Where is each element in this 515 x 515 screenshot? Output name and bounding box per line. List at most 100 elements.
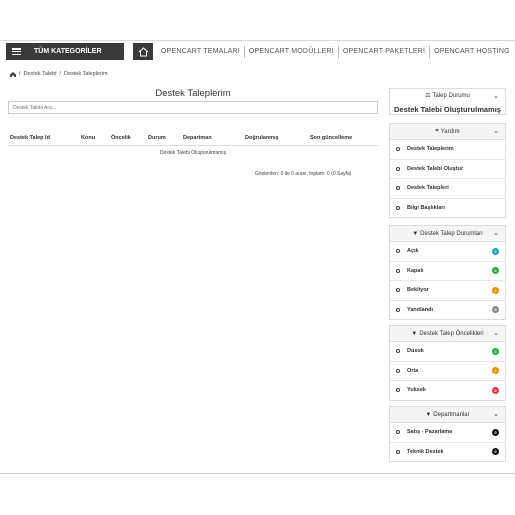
circle-icon xyxy=(396,430,400,435)
ticket-status-panel: ⚖ Talep Durumu ⌄ Destek Talebi Oluşturul… xyxy=(389,88,506,115)
circle-icon xyxy=(396,368,400,373)
help-header[interactable]: ⌗ Yardım ⌄ xyxy=(390,124,505,140)
circle-icon xyxy=(396,288,400,293)
pagination-info: Gösterilen: 0 ile 0 arası, toplam: 0 (0 … xyxy=(255,171,352,177)
home-icon[interactable] xyxy=(10,71,16,77)
filter-icon: ▼ xyxy=(412,230,419,237)
status-item-waiting[interactable]: Bekliyor 0 xyxy=(390,281,505,301)
help-item-create-ticket[interactable]: Destek Talebi Oluştur xyxy=(390,160,505,179)
statuses-panel: ▼ Destek Talep Durumları ⌄ Açık 0 Kapalı 0… xyxy=(389,225,506,320)
nav-packages[interactable]: OPENCART PAKETLERİ xyxy=(339,48,429,55)
help-item-label: Destek Taleplerim xyxy=(407,146,454,153)
circle-icon xyxy=(396,147,400,152)
col-last-update[interactable]: Son güncelleme xyxy=(310,135,352,141)
ticket-status-title: Talep Durumu xyxy=(432,92,470,99)
help-item-label: Destek Talepleri xyxy=(407,185,449,192)
help-item-label: Bilgi Başlıkları xyxy=(407,204,445,211)
chevron-down-icon[interactable]: ⌄ xyxy=(493,229,499,237)
circle-icon xyxy=(396,449,400,454)
col-department[interactable]: Departman xyxy=(183,135,212,141)
all-categories-label: TÜM KATEGORİLER xyxy=(34,48,102,55)
priorities-panel: ▼ Destek Talep Öncelikleri ⌄ Dusuk 0 Orta… xyxy=(389,325,506,401)
ticket-status-header[interactable]: ⚖ Talep Durumu ⌄ xyxy=(390,89,505,102)
circle-icon xyxy=(396,166,400,171)
count-badge: 0 xyxy=(492,247,499,255)
priorities-header[interactable]: ▼ Destek Talep Öncelikleri ⌄ xyxy=(390,326,505,342)
count-badge: 0 xyxy=(492,367,499,375)
help-item-tickets[interactable]: Destek Talepleri xyxy=(390,179,505,199)
chevron-down-icon[interactable]: ⌄ xyxy=(493,127,499,135)
status-label: Açık xyxy=(407,248,419,255)
col-verified[interactable]: Doğrulanmış xyxy=(245,135,279,141)
filter-icon: ▼ xyxy=(411,330,418,337)
status-label: Bekliyor xyxy=(407,287,429,294)
circle-icon xyxy=(396,349,400,354)
top-nav: OPENCART TEMALARI OPENCART MODÜLLERİ OPE… xyxy=(157,44,514,59)
priority-item-high[interactable]: Yuksek 0 xyxy=(390,381,505,400)
status-label: Kapalı xyxy=(407,267,424,274)
nav-hosting[interactable]: OPENCART HOSTİNG xyxy=(430,48,514,55)
count-badge: 0 xyxy=(492,267,499,275)
priority-label: Dusuk xyxy=(407,348,424,355)
breadcrumb: / Destek Talebi / Destek Taleplerim xyxy=(10,71,108,77)
breadcrumb-support[interactable]: Destek Talebi xyxy=(24,71,57,77)
col-id[interactable]: Destek Talep Id xyxy=(10,135,50,141)
status-label: Yanıtlandı xyxy=(407,306,433,313)
help-title: Yardım xyxy=(440,128,460,135)
all-categories-button[interactable]: TÜM KATEGORİLER xyxy=(6,43,124,60)
count-badge: 0 xyxy=(492,306,499,314)
help-panel: ⌗ Yardım ⌄ Destek Taleplerim Destek Tale… xyxy=(389,123,506,218)
nav-modules[interactable]: OPENCART MODÜLLERİ xyxy=(245,48,338,55)
department-item-sales[interactable]: Satış - Pazarlama 0 xyxy=(390,423,505,443)
header-divider xyxy=(0,40,515,41)
priority-item-low[interactable]: Dusuk 0 xyxy=(390,342,505,362)
help-item-knowledge[interactable]: Bilgi Başlıkları xyxy=(390,199,505,218)
priorities-title: Destek Talep Öncelikleri xyxy=(419,330,484,337)
help-item-my-tickets[interactable]: Destek Taleplerim xyxy=(390,140,505,160)
priority-label: Orta xyxy=(407,367,419,374)
col-subject[interactable]: Konu xyxy=(81,135,95,141)
status-item-closed[interactable]: Kapalı 0 xyxy=(390,262,505,281)
home-button[interactable] xyxy=(133,43,153,60)
count-badge: 0 xyxy=(492,347,499,355)
status-item-answered[interactable]: Yanıtlandı 0 xyxy=(390,301,505,320)
circle-icon xyxy=(396,268,400,273)
department-label: Teknik Destek xyxy=(407,448,444,455)
circle-icon xyxy=(396,186,400,191)
life-ring-icon: ⌗ xyxy=(435,128,439,134)
count-badge: 0 xyxy=(492,386,499,394)
chevron-down-icon[interactable]: ⌄ xyxy=(493,410,499,418)
count-badge: 0 xyxy=(492,428,499,436)
department-label: Satış - Pazarlama xyxy=(407,429,453,436)
footer-divider xyxy=(0,473,515,474)
ticket-status-value: Destek Talebi Oluşturulmamış xyxy=(394,104,501,114)
priority-label: Yuksek xyxy=(407,387,426,394)
filter-icon: ▼ xyxy=(425,411,432,418)
page-title: Destek Taleplerim xyxy=(155,88,231,99)
search-input[interactable] xyxy=(8,101,378,114)
home-icon xyxy=(138,46,148,56)
table-divider xyxy=(8,145,378,146)
circle-icon xyxy=(396,388,400,393)
empty-message: Destek Talebi Oluşturulmamış xyxy=(159,150,227,156)
help-item-label: Destek Talebi Oluştur xyxy=(407,165,464,172)
priority-item-medium[interactable]: Orta 0 xyxy=(390,362,505,381)
circle-icon xyxy=(396,249,400,254)
table-header: Destek Talep Id Konu Öncelik Durum Depar… xyxy=(8,134,378,144)
breadcrumb-my-tickets[interactable]: Destek Taleplerim xyxy=(64,71,108,77)
departments-header[interactable]: ▼ Departmanlar ⌄ xyxy=(390,407,505,423)
status-item-open[interactable]: Açık 0 xyxy=(390,242,505,262)
department-item-tech[interactable]: Teknik Destek 0 xyxy=(390,443,505,462)
chevron-down-icon[interactable]: ⌄ xyxy=(493,329,499,337)
departments-panel: ▼ Departmanlar ⌄ Satış - Pazarlama 0 Tekn… xyxy=(389,406,506,462)
col-priority[interactable]: Öncelik xyxy=(111,135,131,141)
balance-scale-icon: ⚖ xyxy=(425,93,431,99)
count-badge: 0 xyxy=(492,286,499,294)
count-badge: 0 xyxy=(492,448,499,456)
nav-themes[interactable]: OPENCART TEMALARI xyxy=(157,48,244,55)
chevron-down-icon[interactable]: ⌄ xyxy=(493,92,499,100)
col-status[interactable]: Durum xyxy=(148,135,166,141)
circle-icon xyxy=(396,307,400,312)
statuses-header[interactable]: ▼ Destek Talep Durumları ⌄ xyxy=(390,226,505,242)
circle-icon xyxy=(396,205,400,210)
